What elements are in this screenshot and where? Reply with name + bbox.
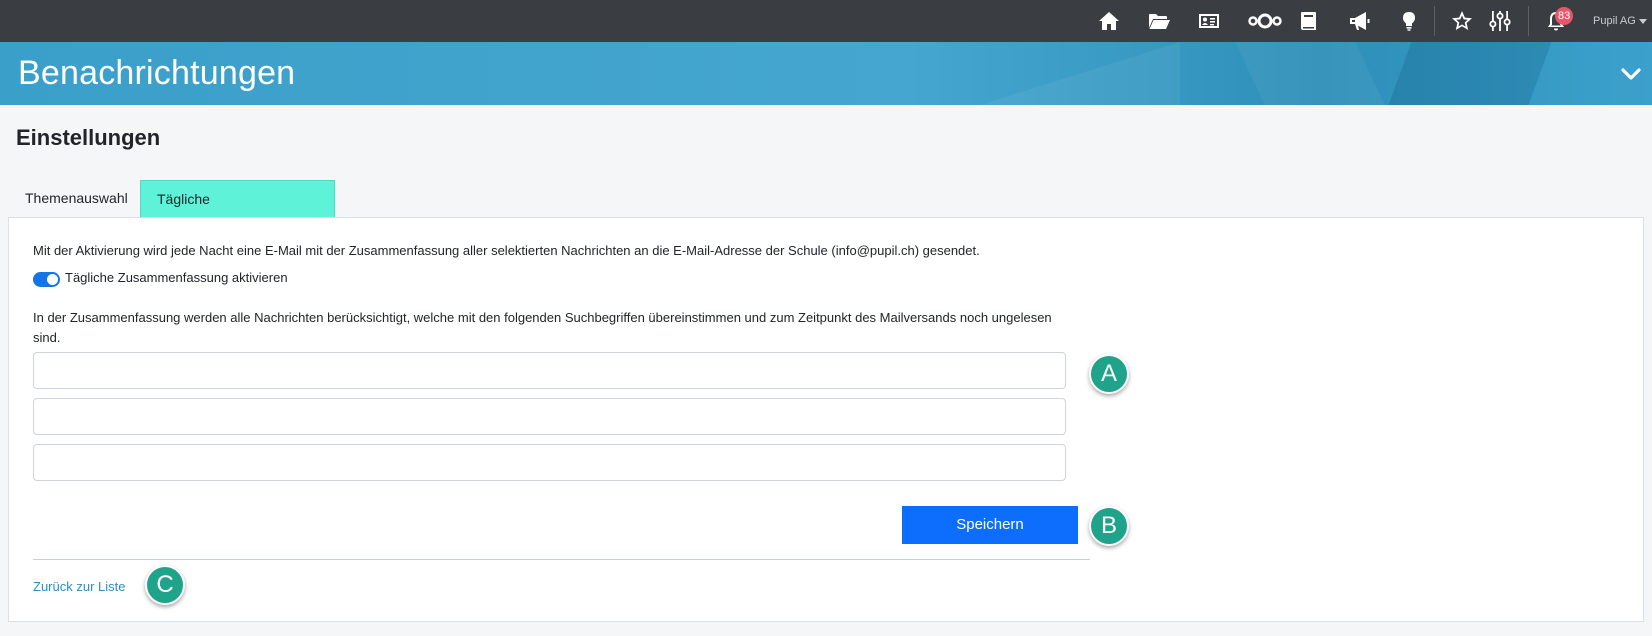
user-menu-label: Pupil AG <box>1593 15 1636 27</box>
tab-taegliche-zusammenfassung[interactable]: Tägliche Zusammenfassung <box>140 180 335 244</box>
page-banner: Benachrichtungen <box>0 42 1652 105</box>
tab-themenauswahl[interactable]: Themenauswahl <box>9 180 140 217</box>
annotation-marker-c: C <box>145 565 185 605</box>
top-navbar: 83 Pupil AG <box>0 0 1652 42</box>
banner-decoration <box>980 42 1180 105</box>
chevron-down-icon[interactable] <box>1620 64 1642 84</box>
search-term-input-1[interactable] <box>33 352 1066 389</box>
user-menu[interactable]: Pupil AG <box>1593 15 1647 27</box>
panel-description: Mit der Aktivierung wird jede Nacht eine… <box>33 243 980 258</box>
caret-down-icon <box>1638 18 1647 24</box>
nav-divider <box>1434 6 1435 36</box>
search-term-input-3[interactable] <box>33 444 1066 481</box>
page-title: Benachrichtungen <box>18 54 296 92</box>
toggle-label: Tägliche Zusammenfassung aktivieren <box>65 270 288 285</box>
nav-divider <box>1528 6 1529 36</box>
annotation-marker-a: A <box>1089 354 1129 394</box>
star-icon[interactable] <box>1450 9 1474 33</box>
save-button[interactable]: Speichern <box>902 506 1078 544</box>
toggle-knob <box>47 274 58 285</box>
notification-count-badge: 83 <box>1555 7 1574 25</box>
megaphone-icon[interactable] <box>1347 9 1371 33</box>
annotation-marker-b: B <box>1089 506 1129 546</box>
back-to-list-link[interactable]: Zurück zur Liste <box>33 579 125 594</box>
contact-card-icon[interactable] <box>1197 9 1221 33</box>
sliders-icon[interactable] <box>1488 9 1512 33</box>
search-terms-note: In der Zusammenfassung werden alle Nachr… <box>33 310 1052 345</box>
section-title: Einstellungen <box>16 125 161 150</box>
banner-decoration <box>1388 42 1552 105</box>
lightbulb-icon[interactable] <box>1397 9 1421 33</box>
daily-summary-toggle[interactable] <box>33 272 60 287</box>
banner-decoration <box>1235 42 1385 105</box>
search-term-input-2[interactable] <box>33 398 1066 435</box>
home-icon[interactable] <box>1097 9 1121 33</box>
divider <box>33 559 1090 560</box>
book-icon[interactable] <box>1297 9 1321 33</box>
folder-open-icon[interactable] <box>1147 9 1171 33</box>
nextcloud-icon[interactable] <box>1247 9 1283 33</box>
